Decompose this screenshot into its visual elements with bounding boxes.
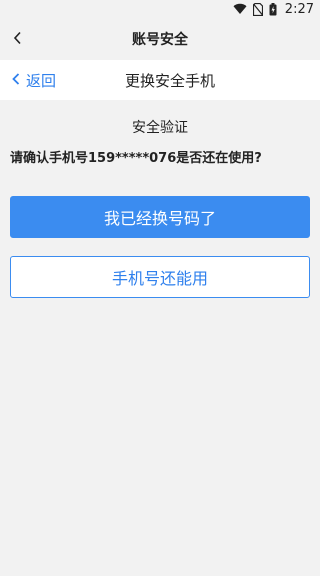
- nav-back-label: 返回: [26, 71, 57, 90]
- chevron-left-icon: [12, 71, 20, 89]
- status-icons: 2:27: [233, 2, 314, 17]
- status-bar: 2:27: [0, 0, 320, 18]
- verification-question: 请确认手机号159*****076是否还在使用?: [10, 151, 262, 166]
- number-changed-button[interactable]: 我已经换号码了: [10, 196, 310, 238]
- battery-charging-icon: [269, 2, 277, 16]
- status-time: 2:27: [284, 1, 314, 17]
- no-sim-icon: [252, 2, 263, 16]
- wifi-icon: [233, 3, 247, 15]
- main-content: 安全验证 请确认手机号159*****076是否还在使用? 我已经换号码了 手机…: [0, 118, 320, 298]
- nav-back-button[interactable]: 返回: [12, 60, 56, 100]
- number-still-valid-button[interactable]: 手机号还能用: [10, 256, 310, 298]
- section-title: 安全验证: [132, 120, 188, 136]
- app-bar-title: 账号安全: [132, 32, 188, 48]
- chevron-left-icon: [13, 30, 23, 49]
- nav-bar: 返回 更换安全手机: [0, 60, 320, 100]
- app-bar-back-button[interactable]: [4, 18, 32, 60]
- app-bar: 账号安全: [0, 18, 320, 60]
